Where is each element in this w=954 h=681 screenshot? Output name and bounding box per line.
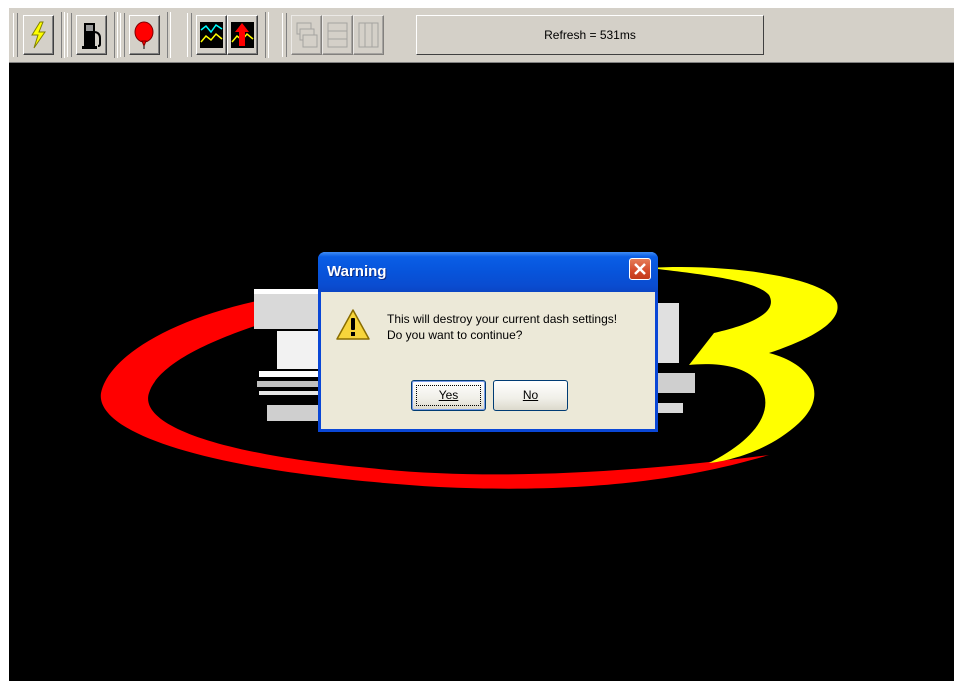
- warning-icon: [336, 309, 370, 340]
- layout-horizontal-icon: [327, 22, 348, 48]
- warning-dialog: Warning This will destroy your current d…: [318, 252, 658, 432]
- close-button[interactable]: [629, 258, 651, 280]
- layout-vertical-button[interactable]: [353, 15, 384, 55]
- message-line-1: This will destroy your current dash sett…: [387, 312, 618, 326]
- window-edge: [0, 0, 9, 681]
- toolbar-separator: [114, 12, 118, 58]
- layout-horizontal-button[interactable]: [322, 15, 353, 55]
- graph-icon: [200, 22, 223, 48]
- lightning-icon: [31, 21, 46, 49]
- toolbar-separator: [61, 12, 65, 58]
- fuel-pump-icon: [82, 23, 101, 49]
- yes-button[interactable]: Yes: [411, 380, 486, 411]
- dialog-message: This will destroy your current dash sett…: [387, 311, 617, 343]
- balloon-icon: [134, 21, 154, 49]
- toolbar-separator: [265, 12, 269, 58]
- graph-upload-button[interactable]: [227, 15, 258, 55]
- refresh-text: Refresh = 531ms: [544, 28, 636, 42]
- toolbar-grip[interactable]: [67, 13, 72, 57]
- fuel-pump-button[interactable]: [76, 15, 107, 55]
- balloon-button[interactable]: [129, 15, 160, 55]
- layout-cascade-button[interactable]: [291, 15, 322, 55]
- dialog-title: Warning: [327, 263, 387, 280]
- refresh-status: Refresh = 531ms: [416, 15, 764, 55]
- lightning-button[interactable]: [23, 15, 54, 55]
- toolbar: Refresh = 531ms: [9, 8, 954, 63]
- layout-cascade-icon: [296, 22, 318, 48]
- close-icon: [634, 263, 646, 275]
- no-button[interactable]: No: [493, 380, 568, 411]
- layout-vertical-icon: [358, 22, 379, 48]
- yes-label: Yes: [438, 388, 459, 402]
- toolbar-grip[interactable]: [13, 13, 18, 57]
- dialog-titlebar[interactable]: Warning: [318, 252, 658, 292]
- toolbar-grip[interactable]: [120, 13, 125, 57]
- toolbar-separator: [167, 12, 171, 58]
- message-line-2: Do you want to continue?: [387, 328, 523, 342]
- no-label: No: [522, 388, 539, 402]
- graph-upload-icon: [231, 22, 254, 48]
- graph-button[interactable]: [196, 15, 227, 55]
- toolbar-grip[interactable]: [282, 13, 287, 57]
- toolbar-grip[interactable]: [187, 13, 192, 57]
